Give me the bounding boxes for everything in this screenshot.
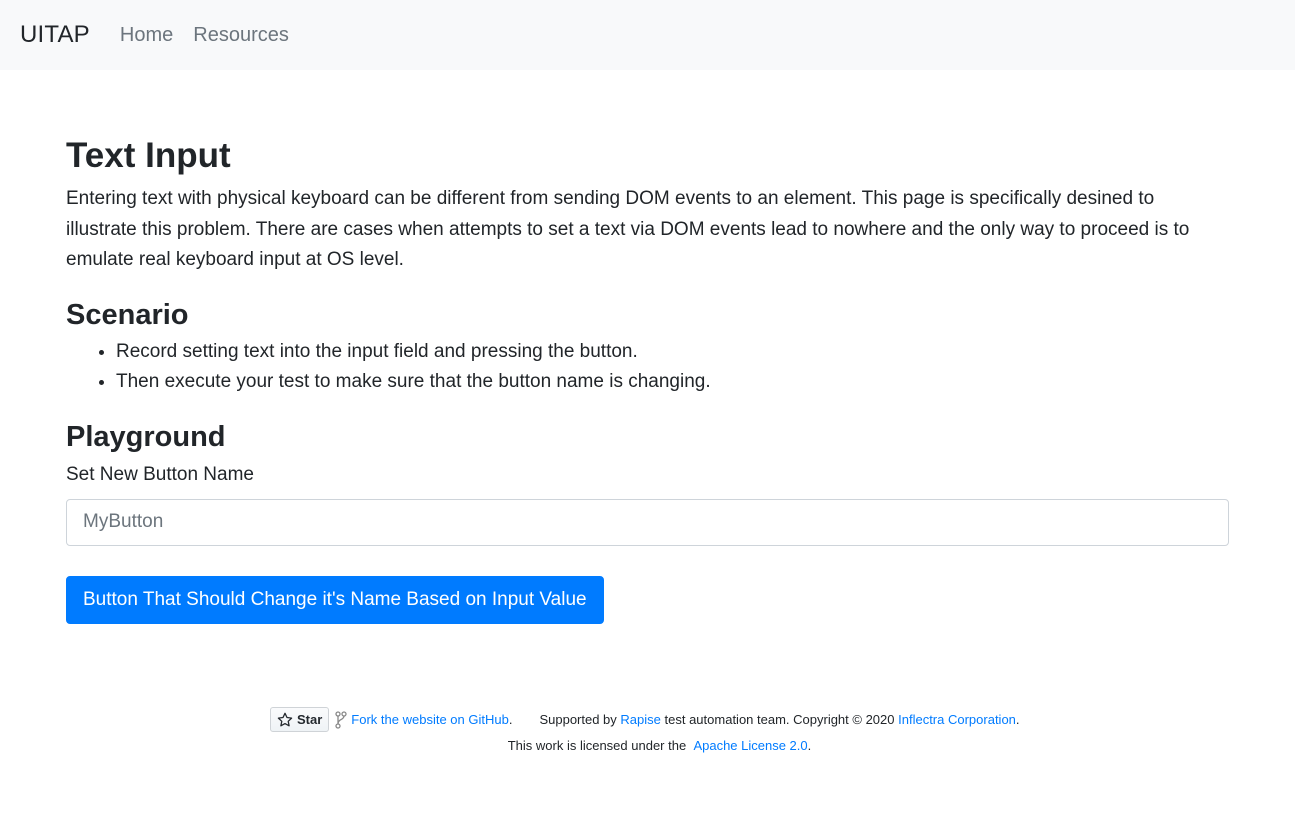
input-label: Set New Button Name	[66, 463, 254, 485]
top-navbar: UITAP Home Resources	[0, 0, 1295, 70]
button-name-input[interactable]	[66, 498, 1229, 546]
playground-heading: Playground	[66, 420, 226, 453]
scenario-list: Record setting text into the input field…	[66, 337, 1229, 397]
supported-suffix: .	[1015, 712, 1020, 727]
updating-button[interactable]: Button That Should Change it's Name Base…	[66, 575, 604, 624]
supported-prefix: Supported by	[539, 712, 617, 727]
footer-row-support: Star Fork the website on GitHub. Support…	[270, 707, 1020, 732]
rapise-link[interactable]: Rapise	[620, 712, 660, 727]
github-star-button[interactable]: Star	[270, 707, 330, 732]
fork-suffix: .	[508, 712, 513, 727]
fork-icon	[335, 710, 347, 729]
scenario-heading: Scenario	[66, 298, 189, 331]
nav-link-home[interactable]: Home	[120, 24, 173, 47]
intro-paragraph: Entering text with physical keyboard can…	[66, 188, 1190, 270]
star-icon	[277, 712, 293, 726]
apache-license-link[interactable]: Apache License 2.0	[693, 738, 807, 753]
page-title: Text Input	[66, 136, 231, 175]
supported-middle: test automation team. Copyright © 2020	[664, 712, 895, 727]
star-label: Star	[297, 712, 323, 727]
list-item: Record setting text into the input field…	[116, 337, 1229, 367]
license-suffix: .	[807, 738, 812, 753]
fork-github-link[interactable]: Fork the website on GitHub	[351, 712, 509, 727]
list-item: Then execute your test to make sure that…	[116, 367, 1229, 397]
license-prefix: This work is licensed under the	[507, 738, 690, 753]
inflectra-link[interactable]: Inflectra Corporation	[898, 712, 1016, 727]
nav-link-resources[interactable]: Resources	[193, 24, 289, 47]
footer-row-license: This work is licensed under the Apache L…	[0, 738, 1295, 753]
navbar-brand[interactable]: UITAP	[20, 21, 90, 49]
main-content: Text Input Entering text with physical k…	[66, 136, 1229, 624]
